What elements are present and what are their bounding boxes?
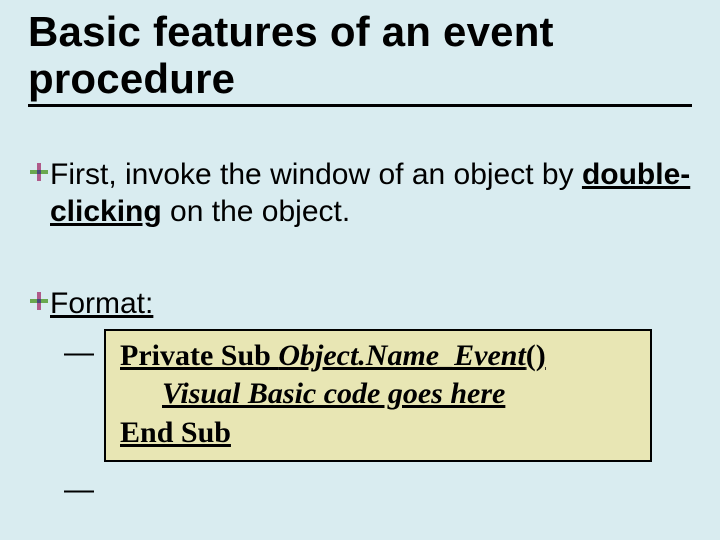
code-line-3: End Sub [120, 414, 636, 452]
dash-icon: — [64, 466, 104, 508]
code-l1a: Private Sub [120, 339, 278, 372]
spacer [28, 236, 692, 278]
slide-title: Basic features of an event procedure [28, 8, 692, 102]
bullet-icon [28, 286, 50, 310]
code-l3: End Sub [120, 416, 231, 449]
bullet-row: Format: [28, 286, 692, 323]
code-line-2: Visual Basic code goes here [120, 375, 636, 413]
bullet-format: Format: [28, 286, 692, 323]
bullet-format-label: Format: [50, 286, 692, 323]
code-box: Private Sub Object.Name_Event() Visual B… [104, 329, 652, 462]
bullet-icon [28, 157, 50, 181]
bullet1-post: on the object. [162, 195, 350, 228]
bullet1-pre: First, invoke the window of an object by [50, 158, 582, 191]
bullet-first: First, invoke the window of an object by… [28, 157, 692, 230]
dash-icon: — [64, 329, 104, 371]
code-line-1: Private Sub Object.Name_Event() [120, 337, 636, 375]
code-l1c: () [526, 339, 546, 372]
slide: Basic features of an event procedure Fir… [0, 0, 720, 540]
bullet-first-text: First, invoke the window of an object by… [50, 157, 692, 230]
bullet-row: First, invoke the window of an object by… [28, 157, 692, 230]
code-l2: Visual Basic code goes here [162, 377, 505, 410]
trailing-dash-row: — [64, 466, 692, 508]
code-l1b: Object.Name_Event [278, 339, 525, 372]
title-container: Basic features of an event procedure [28, 8, 692, 107]
code-row: — Private Sub Object.Name_Event() Visual… [64, 329, 692, 462]
